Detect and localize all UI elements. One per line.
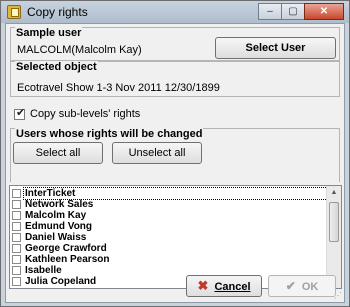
app-icon	[7, 5, 21, 19]
dialog-body: Sample user MALCOLM(Malcolm Kay) Select …	[5, 23, 345, 303]
user-checkbox[interactable]	[12, 200, 21, 209]
selected-object-heading: Selected object	[15, 61, 98, 73]
user-checkbox[interactable]	[12, 244, 21, 253]
select-all-button[interactable]: Select all	[13, 142, 103, 164]
selected-object-value: Ecotravel Show 1-3 Nov 2011 12/30/1899	[17, 82, 220, 94]
close-button[interactable]: ✕	[304, 3, 344, 20]
selected-object-group: Selected object Ecotravel Show 1-3 Nov 2…	[10, 61, 340, 97]
copy-rights-window: Copy rights – ▢ ✕ Sample user MALCOLM(Ma…	[0, 0, 350, 307]
window-controls: – ▢ ✕	[258, 3, 344, 20]
unselect-all-button[interactable]: Unselect all	[112, 142, 202, 164]
resize-grip-icon[interactable]: ⋰	[334, 291, 342, 300]
sample-user-value: MALCOLM(Malcolm Kay)	[17, 44, 142, 56]
window-title: Copy rights	[27, 5, 88, 19]
cancel-label: Cancel	[214, 281, 251, 293]
copy-sublevels-label[interactable]: Copy sub-levels' rights	[30, 108, 140, 120]
title-bar[interactable]: Copy rights – ▢ ✕	[1, 1, 349, 23]
sample-user-heading: Sample user	[15, 27, 83, 39]
sample-user-group: Sample user MALCOLM(Malcolm Kay) Select …	[10, 27, 340, 61]
ok-label: OK	[301, 281, 319, 293]
minimize-button[interactable]: –	[258, 3, 282, 20]
user-checkbox[interactable]	[12, 255, 21, 264]
copy-sublevels-checkbox[interactable]: ✔	[14, 107, 26, 120]
checkmark-icon: ✔	[16, 107, 26, 119]
user-checkbox[interactable]	[12, 233, 21, 242]
users-listbox[interactable]: InterTicket Network Sales Malcolm Kay Edmun…	[9, 185, 342, 289]
user-name: Julia Copeland	[25, 276, 97, 287]
users-group: Users whose rights will be changed Selec…	[10, 128, 340, 182]
user-checkbox[interactable]	[12, 266, 21, 275]
maximize-button[interactable]: ▢	[281, 3, 305, 20]
select-user-button[interactable]: Select User	[215, 37, 336, 59]
scroll-up-icon[interactable]: ▲	[327, 186, 341, 200]
vertical-scrollbar[interactable]: ▲ ▼	[326, 186, 341, 288]
user-checkbox[interactable]	[12, 189, 21, 198]
user-checkbox[interactable]	[12, 222, 21, 231]
scroll-thumb[interactable]	[329, 202, 339, 242]
user-checkbox[interactable]	[12, 211, 21, 220]
user-checkbox[interactable]	[12, 277, 21, 286]
ok-check-icon: ✔	[285, 279, 296, 293]
ok-button[interactable]: ✔ OK	[268, 275, 336, 297]
users-group-heading: Users whose rights will be changed	[15, 128, 204, 140]
cancel-button[interactable]: ✖ Cancel	[186, 275, 262, 297]
cancel-icon: ✖	[197, 278, 209, 293]
